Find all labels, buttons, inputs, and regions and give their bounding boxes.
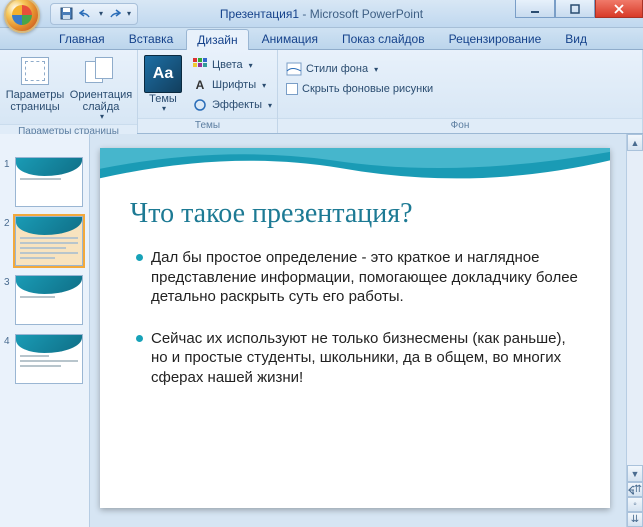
bullet-item: Дал бы простое определение - это краткое… <box>136 248 582 307</box>
thumbnail-row[interactable]: 1 <box>0 154 89 213</box>
thumb-number: 4 <box>4 334 12 347</box>
themes-gallery-button[interactable]: Aa Темы▾ <box>142 53 184 116</box>
fonts-label: Шрифты <box>212 79 256 91</box>
slide-body[interactable]: Дал бы простое определение - это краткое… <box>136 248 582 409</box>
work-area: 1 2 3 4 Что такое презентация? <box>0 134 643 527</box>
bullet-icon <box>136 335 143 342</box>
group-label-themes: Темы <box>138 118 277 133</box>
thumbnail-row[interactable]: 2 <box>0 213 89 272</box>
chevron-down-icon: ▾ <box>268 101 272 110</box>
qat-customize-icon[interactable]: ▾ <box>127 9 131 18</box>
chevron-down-icon: ▾ <box>162 105 166 114</box>
hide-background-label: Скрыть фоновые рисунки <box>302 83 433 95</box>
chevron-down-icon: ▾ <box>100 113 104 122</box>
bullet-text: Сейчас их используют не только бизнесмен… <box>151 329 582 388</box>
scroll-up-icon[interactable]: ▲ <box>627 134 643 151</box>
bullet-icon <box>136 254 143 261</box>
maximize-button[interactable] <box>555 0 595 18</box>
tab-review[interactable]: Рецензирование <box>438 28 553 49</box>
tab-animations[interactable]: Анимация <box>251 28 329 49</box>
next-slide-icon[interactable]: ⇊ <box>627 512 643 527</box>
tab-view[interactable]: Вид <box>554 28 598 49</box>
thumb-number: 3 <box>4 275 12 288</box>
bullet-text: Дал бы простое определение - это краткое… <box>151 248 582 307</box>
colors-label: Цвета <box>212 59 243 71</box>
ribbon: Параметры страницы Ориентация слайда▾ Па… <box>0 50 643 134</box>
slide-thumbnail[interactable] <box>15 157 83 207</box>
window-controls <box>515 0 643 18</box>
tab-home[interactable]: Главная <box>48 28 116 49</box>
thumbnail-row[interactable]: 3 <box>0 272 89 331</box>
thumb-number: 1 <box>4 157 12 170</box>
page-setup-label: Параметры страницы <box>6 89 65 113</box>
tab-insert[interactable]: Вставка <box>118 28 185 49</box>
slide-thumbnail[interactable] <box>15 334 83 384</box>
scroll-track[interactable] <box>627 151 643 465</box>
prev-slide-icon[interactable]: ⇈ <box>627 482 643 497</box>
hide-background-checkbox[interactable]: Скрыть фоновые рисунки <box>282 79 437 99</box>
theme-colors-button[interactable]: Цвета ▾ <box>188 55 276 75</box>
slide-canvas[interactable]: Что такое презентация? Дал бы простое оп… <box>100 148 610 508</box>
page-setup-button[interactable]: Параметры страницы <box>4 53 66 115</box>
effects-icon <box>192 97 208 113</box>
background-styles-label: Стили фона <box>306 63 368 75</box>
thumb-number: 2 <box>4 216 12 229</box>
group-page-setup: Параметры страницы Ориентация слайда▾ Па… <box>0 50 138 133</box>
chevron-down-icon: ▾ <box>249 61 253 70</box>
checkbox-icon <box>286 83 298 95</box>
thumbnail-row[interactable]: 4 <box>0 331 89 390</box>
background-styles-icon <box>286 61 302 77</box>
theme-fonts-button[interactable]: A Шрифты ▾ <box>188 75 276 95</box>
undo-icon[interactable] <box>77 5 95 23</box>
orientation-label: Ориентация слайда <box>70 89 132 113</box>
chevron-down-icon: ▾ <box>262 81 266 90</box>
page-setup-icon <box>21 57 49 85</box>
close-button[interactable] <box>595 0 643 18</box>
tab-design[interactable]: Дизайн <box>186 29 248 50</box>
colors-icon <box>192 57 208 73</box>
slide-orientation-button[interactable]: Ориентация слайда▾ <box>70 53 132 124</box>
select-browse-object-icon[interactable]: ◦ <box>627 497 643 512</box>
tab-slideshow[interactable]: Показ слайдов <box>331 28 436 49</box>
fonts-icon: A <box>192 77 208 93</box>
chevron-down-icon: ▾ <box>374 65 378 74</box>
title-bar: ▾ ▾ Презентация1 - Microsoft PowerPoint <box>0 0 643 28</box>
scroll-down-icon[interactable]: ▼ <box>627 465 643 482</box>
undo-dropdown-icon[interactable]: ▾ <box>99 9 103 18</box>
theme-sample-icon: Aa <box>144 55 182 93</box>
ribbon-tabs: Главная Вставка Дизайн Анимация Показ сл… <box>0 28 643 50</box>
orientation-icon <box>85 57 117 85</box>
background-styles-button[interactable]: Стили фона ▾ <box>282 59 437 79</box>
theme-effects-button[interactable]: Эффекты ▾ <box>188 95 276 115</box>
group-background: Стили фона ▾ Скрыть фоновые рисунки Фон <box>278 50 643 133</box>
minimize-button[interactable] <box>515 0 555 18</box>
bullet-item: Сейчас их используют не только бизнесмен… <box>136 329 582 388</box>
redo-icon[interactable] <box>105 5 123 23</box>
save-icon[interactable] <box>57 5 75 23</box>
group-label-background: Фон <box>278 118 642 133</box>
slide-thumbnails-pane: 1 2 3 4 <box>0 134 90 527</box>
effects-label: Эффекты <box>212 99 262 111</box>
group-themes: Aa Темы▾ Цвета▾ A Шрифты▾ Эффекты▾ Темы <box>138 50 278 133</box>
office-button[interactable] <box>4 0 40 33</box>
slide-editor[interactable]: Что такое презентация? Дал бы простое оп… <box>90 134 643 527</box>
slide-thumbnail[interactable] <box>15 275 83 325</box>
slide-title[interactable]: Что такое презентация? <box>130 198 590 230</box>
vertical-scrollbar[interactable]: ▲ ▼ ⇈ ◦ ⇊ <box>626 134 643 527</box>
slide-thumbnail-selected[interactable] <box>15 216 83 266</box>
quick-access-toolbar: ▾ ▾ <box>50 3 138 25</box>
